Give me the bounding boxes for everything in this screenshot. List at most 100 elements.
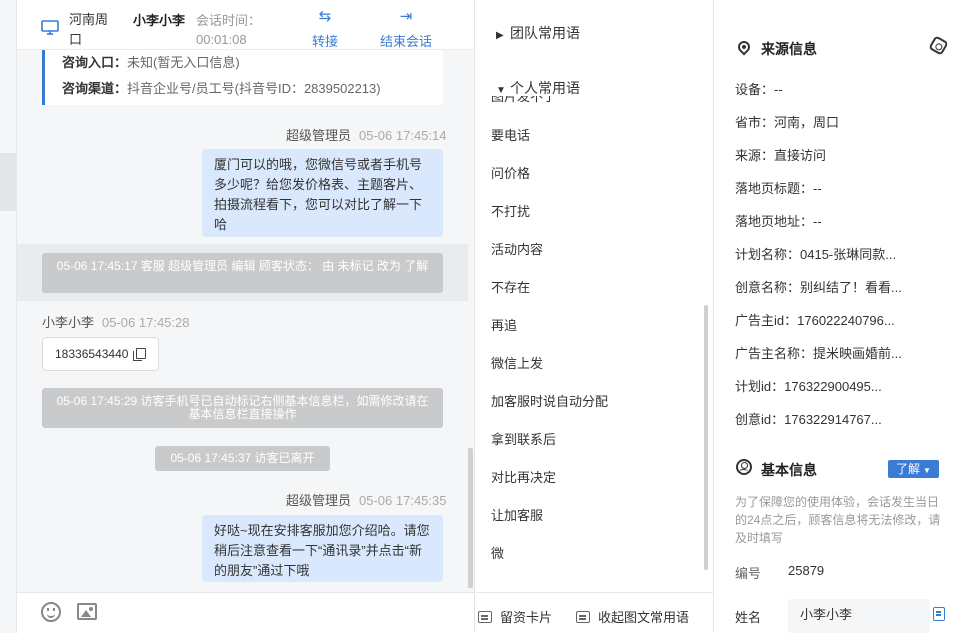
chat-scrollbar[interactable] <box>468 448 473 588</box>
transfer-icon: ⇆ <box>318 8 332 25</box>
phrase-item[interactable]: 图片发不了 <box>491 96 556 105</box>
team-phrases-label: 团队常用语 <box>510 25 580 41</box>
field-label: 设备： <box>735 82 775 97</box>
common-phrases-panel: ▶ 团队常用语 ▼ 个人常用语 图片发不了 要电话 问价格 不打扰 活动内容 不存在… <box>476 0 714 633</box>
source-field: 省市：河南，周口 <box>735 112 839 131</box>
inquiry-entry-label: 咨询入口： <box>62 55 128 70</box>
phrase-item[interactable]: 微信上发 <box>491 353 543 372</box>
transfer-label: 转接 <box>312 34 339 49</box>
message-sender: 超级管理员 05-06 17:45:35 <box>286 490 446 509</box>
visitor-phone-bubble: 18336543440 <box>42 337 159 371</box>
source-info-title: 来源信息 <box>761 41 817 57</box>
sender-name: 超级管理员 <box>286 493 352 508</box>
phrases-toolbar: 留资卡片 收起图文常用语 <box>476 592 713 633</box>
field-value: 别纠结了！看看... <box>800 280 902 295</box>
location-pin-icon <box>735 38 753 56</box>
visitor-name: 小李小李 <box>133 13 186 28</box>
inquiry-channel-value: 抖音企业号/员工号(抖音号ID：2839502213) <box>127 81 381 96</box>
inquiry-channel: 咨询渠道：抖音企业号/员工号(抖音号ID：2839502213) <box>62 78 381 97</box>
inquiry-channel-label: 咨询渠道： <box>62 81 128 96</box>
phrase-item[interactable]: 活动内容 <box>491 239 543 258</box>
phrase-item[interactable]: 让加客服 <box>491 505 543 524</box>
source-field: 计划名称：0415-张琳同款... <box>735 244 896 263</box>
phrase-item[interactable]: 不存在 <box>491 277 530 296</box>
field-value: -- <box>813 214 822 229</box>
copy-icon[interactable] <box>133 348 146 361</box>
end-session-button[interactable]: ⇥ 结束会话 <box>380 8 432 50</box>
source-field: 落地页地址：-- <box>735 211 822 230</box>
source-field: 创意id：176322914767... <box>735 409 882 428</box>
source-field: 设备：-- <box>735 79 783 98</box>
message-time: 05-06 17:45:14 <box>359 128 447 143</box>
phrase-item[interactable]: 对比再决定 <box>491 467 556 486</box>
field-label: 计划名称： <box>735 247 801 262</box>
caret-right-icon: ▶ <box>496 30 504 41</box>
message-time: 05-06 17:45:35 <box>359 493 447 508</box>
phrase-item[interactable]: 问价格 <box>491 163 530 182</box>
phrase-list: 图片发不了 要电话 问价格 不打扰 活动内容 不存在 再追 微信上发 加客服时说… <box>476 96 706 591</box>
system-message: 05-06 17:45:17 客服 超级管理员 编辑 顾客状态： 由 未标记 改… <box>42 253 443 293</box>
name-input[interactable]: 小李小李 <box>788 599 930 633</box>
smiley-icon[interactable] <box>41 602 61 622</box>
message-bubble: 好哒~现在安排客服加您介绍哈。请您稍后注意查看一下“通讯录”并点击“新的朋友”通… <box>202 515 443 582</box>
phrase-item[interactable]: 要电话 <box>491 125 530 144</box>
message-sender: 超级管理员 05-06 17:45:14 <box>286 125 446 144</box>
source-field: 来源：直接访问 <box>735 145 826 164</box>
collapse-phrases-button[interactable]: 收起图文常用语 <box>576 607 689 626</box>
status-dropdown[interactable]: 了解 ▼ <box>888 460 939 478</box>
phrase-item[interactable]: 微 <box>491 543 504 562</box>
phrase-item[interactable]: 不打扰 <box>491 201 530 220</box>
field-label: 广告主名称： <box>735 346 814 361</box>
caret-down-icon: ▼ <box>496 85 506 96</box>
message-sender: 小李小李 05-06 17:45:28 <box>42 312 189 331</box>
name-label: 姓名 <box>735 610 762 625</box>
field-value: 176322900495... <box>784 379 882 394</box>
monitor-icon <box>41 20 59 35</box>
field-label: 计划id： <box>735 379 785 394</box>
strip-selected-indicator <box>0 153 16 211</box>
source-field: 广告主名称：提米映画婚前... <box>735 343 902 362</box>
sender-name: 超级管理员 <box>286 128 352 143</box>
phrases-scrollbar[interactable] <box>704 305 708 570</box>
edit-notice: 为了保障您的使用体验，会话发生当日的24点之后，顾客信息将无法修改，请及时填写 <box>735 495 941 545</box>
team-phrases-group[interactable]: ▶ 团队常用语 <box>496 23 580 43</box>
personal-phrases-group[interactable]: ▼ 个人常用语 <box>496 78 580 98</box>
field-label: 创意名称： <box>735 280 801 295</box>
message-bubble: 厦门可以的哦，您微信号或者手机号多少呢？给您发价格表、主题客片、拍摄流程看下，您… <box>202 149 443 237</box>
field-value: 176322914767... <box>784 412 882 427</box>
field-value: -- <box>813 181 822 196</box>
image-icon[interactable] <box>77 603 97 620</box>
inquiry-entry-value: 未知(暂无入口信息) <box>127 55 240 70</box>
settings-icon[interactable] <box>928 35 949 56</box>
chat-toolbar <box>17 592 474 633</box>
field-label: 落地页地址： <box>735 214 814 229</box>
sender-name: 小李小李 <box>42 315 95 330</box>
field-label: 广告主id： <box>735 313 798 328</box>
personal-phrases-label: 个人常用语 <box>510 80 580 96</box>
transfer-button[interactable]: ⇆ 转接 <box>312 8 338 50</box>
chat-panel: 河南周口 小李小李 会话时间： 00:01:08 ⇆ 转接 ⇥ 结束会话 咨询入… <box>17 0 475 633</box>
left-strip <box>0 0 17 633</box>
leave-card-button[interactable]: 留资卡片 <box>478 607 552 626</box>
phrase-item[interactable]: 加客服时说自动分配 <box>491 391 608 410</box>
field-value: 176022240796... <box>797 313 895 328</box>
user-circle-icon <box>736 459 752 475</box>
phrase-item[interactable]: 拿到联系后 <box>491 429 556 448</box>
card-icon <box>478 611 492 623</box>
message-time: 05-06 17:45:28 <box>102 315 190 330</box>
system-message: 05-06 17:45:29 访客手机号已自动标记右侧基本信息栏，如需修改请在基… <box>42 388 443 428</box>
copy-icon[interactable] <box>933 607 945 621</box>
field-label: 落地页标题： <box>735 181 814 196</box>
source-field: 创意名称：别纠结了！看看... <box>735 277 902 296</box>
basic-info-title: 基本信息 <box>761 462 817 478</box>
number-value: 25879 <box>788 563 825 578</box>
source-field: 计划id：176322900495... <box>735 376 882 395</box>
inquiry-info-card: 咨询入口：未知(暂无入口信息) 咨询渠道：抖音企业号/员工号(抖音号ID：283… <box>42 50 443 105</box>
source-field: 广告主id：176022240796... <box>735 310 895 329</box>
chat-header: 河南周口 小李小李 会话时间： 00:01:08 ⇆ 转接 ⇥ 结束会话 <box>17 0 474 50</box>
phrase-item[interactable]: 再追 <box>491 315 517 334</box>
field-value: 提米映画婚前... <box>813 346 902 361</box>
status-value: 了解 <box>896 462 921 476</box>
field-value: -- <box>774 82 783 97</box>
session-time-label: 会话时间： <box>196 13 262 28</box>
